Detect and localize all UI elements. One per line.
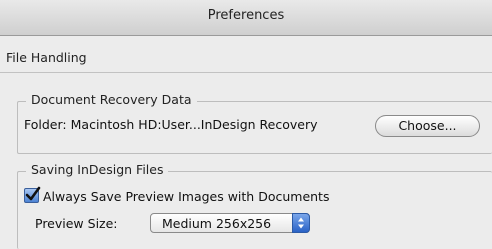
always-save-preview-label: Always Save Preview Images with Document…: [43, 189, 330, 204]
window-title: Preferences: [207, 8, 285, 23]
select-arrows: [292, 213, 310, 233]
title-bar: Preferences: [0, 0, 492, 36]
preview-size-row: Preview Size: Medium 256x256: [35, 213, 310, 233]
always-save-preview-row[interactable]: Always Save Preview Images with Document…: [24, 186, 330, 204]
checkmark-icon: [25, 186, 41, 201]
preview-size-label: Preview Size:: [35, 216, 118, 231]
choose-button[interactable]: Choose...: [375, 115, 480, 137]
section-divider: [0, 72, 492, 73]
preview-size-value: Medium 256x256: [162, 216, 272, 231]
preferences-window: Preferences File Handling Document Recov…: [0, 0, 492, 249]
folder-row: Folder: Macintosh HD:User...InDesign Reco…: [24, 117, 318, 132]
folder-label: Folder:: [24, 117, 67, 132]
saving-group: Saving InDesign Files Always Save Previe…: [17, 162, 492, 249]
recovery-group: Document Recovery Data Folder: Macintosh …: [17, 92, 492, 154]
saving-group-legend: Saving InDesign Files: [26, 162, 169, 177]
preview-size-select[interactable]: Medium 256x256: [150, 213, 310, 233]
section-heading: File Handling: [6, 50, 87, 65]
recovery-group-legend: Document Recovery Data: [26, 92, 197, 107]
always-save-preview-checkbox[interactable]: [24, 186, 41, 203]
folder-path: Macintosh HD:User...InDesign Recovery: [70, 117, 318, 132]
updown-arrows-icon: [298, 217, 304, 229]
